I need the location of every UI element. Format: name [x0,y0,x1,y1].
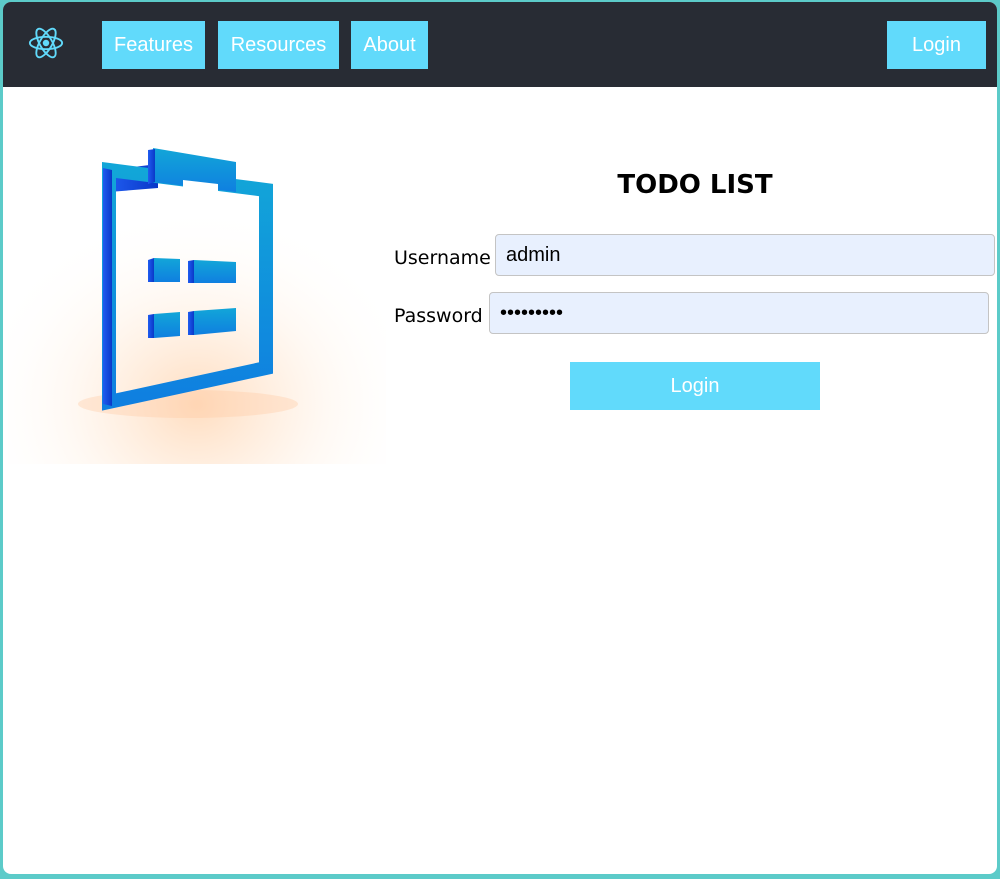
password-label: Password [394,305,483,327]
react-atom-icon[interactable] [27,24,65,62]
clipboard-checklist-icon [8,132,386,464]
password-input[interactable] [489,292,989,334]
app-window: Features Resources About Login TODO LIST… [3,2,997,874]
username-input[interactable] [495,234,995,276]
username-label: Username [394,247,491,269]
nav-about-button[interactable]: About [351,21,428,69]
nav-resources-button[interactable]: Resources [218,21,339,69]
page-title: TODO LIST [617,170,773,200]
nav-login-button[interactable]: Login [887,21,986,69]
login-submit-button[interactable]: Login [570,362,820,410]
navbar: Features Resources About Login [3,2,997,87]
nav-features-button[interactable]: Features [102,21,205,69]
